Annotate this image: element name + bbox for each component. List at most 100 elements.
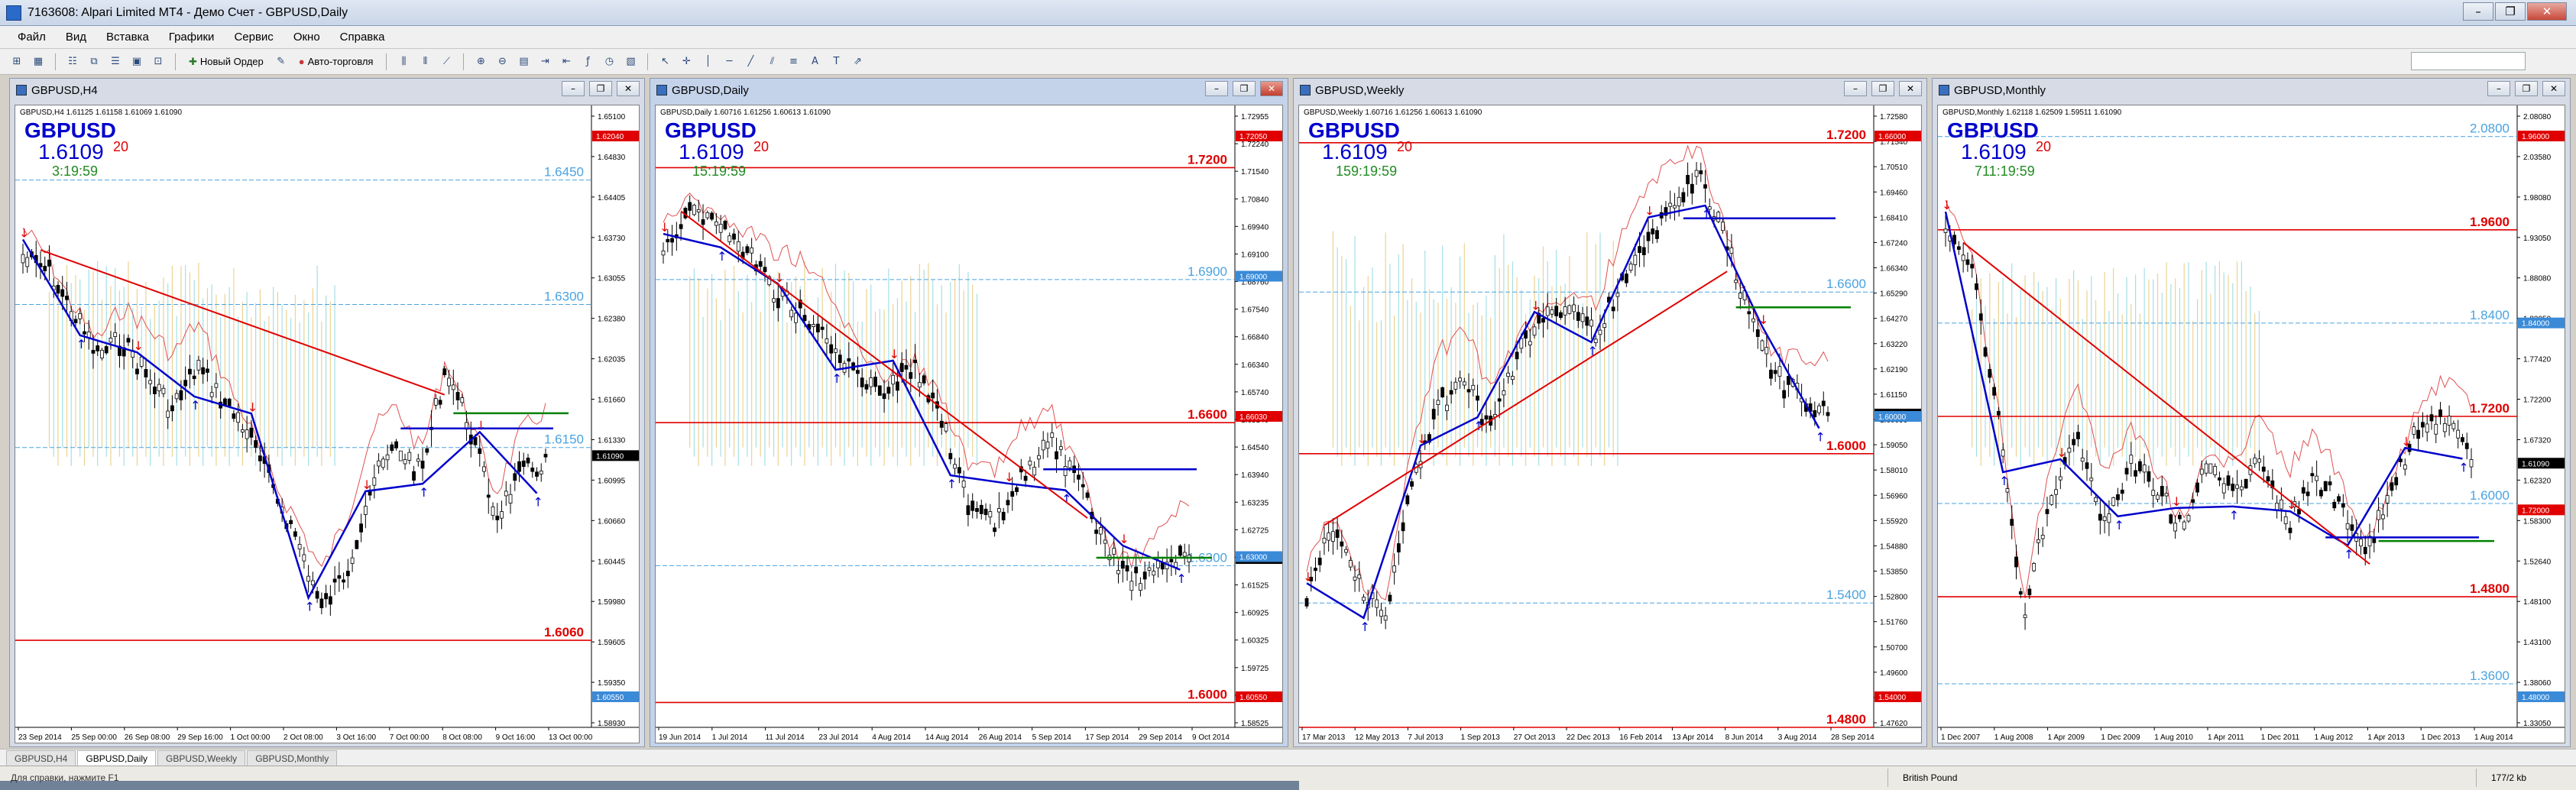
price-chart[interactable]: 1.6450 1.6300 1.6150 1.6060 ↓ ↑ ↓ ↑ ↓ ↑ ↓ ↑ ↓ ↑ 1.6510… [15,105,640,743]
time-tick-label: 23 Sep 2014 [18,733,62,742]
candle-body [25,257,30,267]
crosshair-icon[interactable]: ✛ [677,53,695,71]
arrow-tool-icon[interactable]: ⇗ [848,53,867,71]
editor-icon[interactable]: ✎ [272,53,290,71]
chart-close-button[interactable]: ✕ [1899,81,1922,96]
market-watch-icon[interactable]: ☷ [63,53,82,71]
menu-charts[interactable]: Графики [159,31,225,44]
vertical-line-icon[interactable]: │ [698,53,717,71]
menu-tools[interactable]: Сервис [224,31,283,44]
label-tool-icon[interactable]: T [827,53,845,71]
level-label: 1.7200 [2470,401,2510,416]
toolbar: ⊞ ▦ ☷ ⧉ ☰ ▣ ⊡ ✚ Новый Ордер ✎ ● Авто-торго… [0,49,2576,75]
level-price-label: 1.62040 [596,133,624,141]
chart-shift-icon[interactable]: ⇤ [557,53,575,71]
chart-window-gbpusd-daily[interactable]: GBPUSD,Daily – ❐ ✕ 1.7200 1.6900 1.6600 1.6300 1… [650,78,1288,747]
text-tool-icon[interactable]: A [805,53,824,71]
chart-close-button[interactable]: ✕ [2542,81,2565,96]
chart-restore-button[interactable]: ❐ [2515,81,2538,96]
candle-body [979,504,983,514]
chart-minimize-button[interactable]: – [1205,81,1228,96]
restore-button[interactable]: ❐ [2495,2,2526,21]
tab-gbpusd-monthly[interactable]: GBPUSD,Monthly [247,750,338,766]
candle-body [2261,466,2266,472]
candle-body [944,423,948,432]
candle-body [65,296,69,300]
tab-gbpusd-weekly[interactable]: GBPUSD,Weekly [157,750,246,766]
chart-minimize-button[interactable]: – [562,81,585,96]
bid-price: 1.6109 [1322,140,1388,164]
candle-body [820,326,825,330]
new-chart-icon[interactable]: ⊞ [8,53,26,71]
candle-body [1169,559,1174,562]
search-input[interactable] [2411,52,2526,70]
data-window-icon[interactable]: ⧉ [85,53,103,71]
zoom-in-icon[interactable]: ⊕ [471,53,490,71]
chart-window-titlebar[interactable]: GBPUSD,H4 – ❐ ✕ [10,79,644,102]
bar-chart-icon[interactable]: ⫼ [394,53,413,71]
navigator-icon[interactable]: ☰ [106,53,125,71]
tile-windows-icon[interactable]: ▤ [514,53,533,71]
periods-icon[interactable]: ◷ [600,53,618,71]
chart-close-button[interactable]: ✕ [617,81,640,96]
zoom-out-icon[interactable]: ⊖ [493,53,511,71]
minimize-button[interactable]: – [2463,2,2493,21]
candle-body [144,369,148,377]
candle-body [1628,263,1633,271]
envelope-line [663,193,1190,569]
new-order-button[interactable]: ✚ Новый Ордер [183,53,269,71]
price-tick-label: 2.08080 [2523,113,2552,121]
candle-body [2111,497,2116,507]
price-tick-label: 1.68410 [1880,214,1908,222]
candle-body [993,527,997,533]
candle-body [1116,570,1120,575]
level-price-label: 1.60550 [596,694,624,702]
tab-gbpusd-h4[interactable]: GBPUSD,H4 [6,750,76,766]
price-chart[interactable]: 2.0800 1.9600 1.8400 1.7200 1.6000 1.4800 1.36… [1937,105,2565,743]
chart-window-gbpusd-h4[interactable]: GBPUSD,H4 – ❐ ✕ 1.6450 1.6300 1.6150 1.6060 ↓ ↑ ↓ ↑… [9,78,645,747]
price-tick-label: 1.66340 [1880,265,1908,274]
chart-window-titlebar[interactable]: GBPUSD,Monthly – ❐ ✕ [1933,79,2570,102]
menu-window[interactable]: Окно [284,31,330,44]
terminal-icon[interactable]: ▣ [128,53,146,71]
chart-restore-button[interactable]: ❐ [1233,81,1256,96]
equidistant-channel-icon[interactable]: ⫽ [763,53,781,71]
trendline-icon[interactable]: ╱ [741,53,760,71]
candle-body [232,413,236,419]
autoscroll-icon[interactable]: ⇥ [536,53,554,71]
candle-body [1340,541,1344,547]
chart-close-button[interactable]: ✕ [1260,81,1283,96]
chart-window-gbpusd-monthly[interactable]: GBPUSD,Monthly – ❐ ✕ 2.0800 1.9600 1.8400 1.720… [1932,78,2571,747]
menu-file[interactable]: Файл [8,31,56,44]
candle-body [899,363,904,372]
price-chart[interactable]: 1.7200 1.6600 1.6000 1.5400 1.4800 ↓ ↑ ↓ ↑ ↓ ↑ ↓ ↑ ↓ ↑… [1298,105,1922,743]
cursor-icon[interactable]: ↖ [656,53,674,71]
tab-gbpusd-daily[interactable]: GBPUSD,Daily [77,750,157,766]
time-tick-label: 4 Aug 2014 [872,733,911,742]
chart-canvas: 1.72001.66001.60001.54001.4800↓↑↓↑↓↑↓ ↑↓↑… [1299,105,1921,742]
candle-body [2363,546,2367,555]
chart-window-gbpusd-weekly[interactable]: GBPUSD,Weekly – ❐ ✕ 1.7200 1.6600 1.6000 1.5400… [1293,78,1927,747]
chart-window-titlebar[interactable]: GBPUSD,Daily – ❐ ✕ [650,79,1288,102]
chart-window-titlebar[interactable]: GBPUSD,Weekly – ❐ ✕ [1294,79,1926,102]
menu-insert[interactable]: Вставка [96,31,159,44]
profiles-icon[interactable]: ▦ [29,53,47,71]
fibonacci-icon[interactable]: ≡ [784,53,802,71]
chart-minimize-button[interactable]: – [1844,81,1867,96]
autotrading-button[interactable]: ● Авто-торговля [293,53,379,71]
chart-restore-button[interactable]: ❐ [589,81,612,96]
price-chart[interactable]: 1.7200 1.6900 1.6600 1.6300 1.6000 ↓ ↑ ↓ ↑ ↓ ↑ ↓ ↑ ↓ ↑… [655,105,1283,743]
chart-minimize-button[interactable]: – [2487,81,2510,96]
menu-view[interactable]: Вид [56,31,96,44]
chart-restore-button[interactable]: ❐ [1871,81,1894,96]
templates-icon[interactable]: ▧ [621,53,640,71]
close-button[interactable]: ✕ [2527,2,2567,21]
indicators-icon[interactable]: ƒ [578,53,597,71]
tester-icon[interactable]: ⊡ [149,53,167,71]
menu-help[interactable]: Справка [330,31,395,44]
candlestick-icon[interactable]: ⫴ [416,53,434,71]
horizontal-line-icon[interactable]: ─ [720,53,738,71]
line-chart-icon[interactable]: ⟋ [437,53,455,71]
candle-body [2032,562,2036,571]
candle-body [1010,491,1015,497]
